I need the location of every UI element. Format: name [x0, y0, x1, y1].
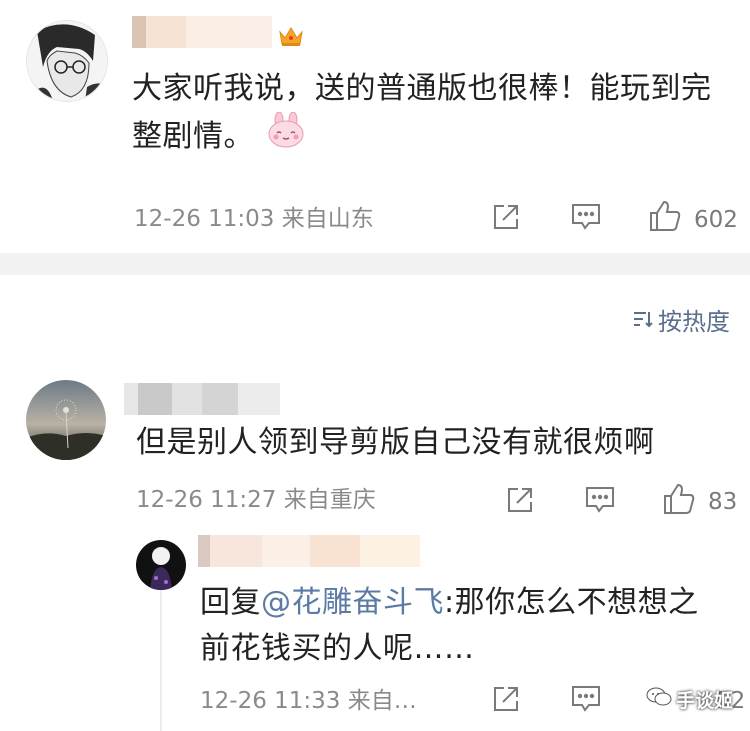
comment-meta: 12-26 11:27 来自重庆 — [136, 487, 376, 513]
username-blurred[interactable] — [198, 535, 420, 567]
sort-label: 按热度 — [658, 308, 730, 336]
avatar-user1[interactable] — [26, 20, 108, 102]
comment-icon[interactable] — [570, 202, 602, 236]
comment-text: 但是别人领到导剪版自己没有就很烦啊 — [136, 425, 655, 460]
reply-meta: 12-26 11:33 来自… — [200, 688, 417, 714]
sort-by-hot-button[interactable]: 按热度 — [632, 307, 730, 337]
watermark: 手谈姬 — [646, 686, 733, 713]
avatar-user2[interactable] — [26, 380, 106, 460]
watermark-text: 手谈姬 — [676, 690, 734, 712]
comment-icon[interactable] — [584, 485, 616, 519]
reply-thread-line — [160, 590, 162, 731]
username-blurred[interactable] — [124, 383, 280, 415]
reply-text-line2: 前花钱买的人呢…… — [200, 631, 475, 666]
comment-text: 大家听我说，送的普通版也很棒！能玩到完 整剧情。 — [132, 66, 712, 162]
sort-icon — [632, 307, 654, 337]
comment-meta: 12-26 11:03 来自山东 — [134, 206, 374, 232]
reply-text: 回复@花雕奋斗飞:那你怎么不想想之 前花钱买的人呢…… — [200, 580, 699, 672]
share-icon[interactable] — [504, 484, 536, 520]
like-icon[interactable] — [648, 199, 682, 237]
like-count: 83 — [708, 489, 738, 515]
section-divider — [0, 253, 750, 275]
like-icon[interactable] — [662, 482, 696, 520]
comment-icon[interactable] — [570, 684, 602, 718]
like-count: 602 — [694, 207, 738, 233]
username-blurred[interactable] — [132, 16, 272, 48]
crown-icon — [278, 24, 304, 53]
comment-text-line2: 整剧情。 — [132, 119, 254, 154]
share-icon[interactable] — [490, 201, 522, 237]
bunny-emoji-icon — [266, 111, 306, 162]
reply-text-rest: :那你怎么不想想之 — [444, 585, 699, 620]
avatar-reply-user[interactable] — [136, 540, 186, 590]
share-icon[interactable] — [490, 683, 522, 719]
reply-prefix: 回复 — [200, 585, 261, 620]
wechat-icon — [646, 686, 672, 713]
mention-link[interactable]: @花雕奋斗飞 — [261, 585, 444, 620]
comment-text-line1: 大家听我说，送的普通版也很棒！能玩到完 — [132, 71, 712, 106]
